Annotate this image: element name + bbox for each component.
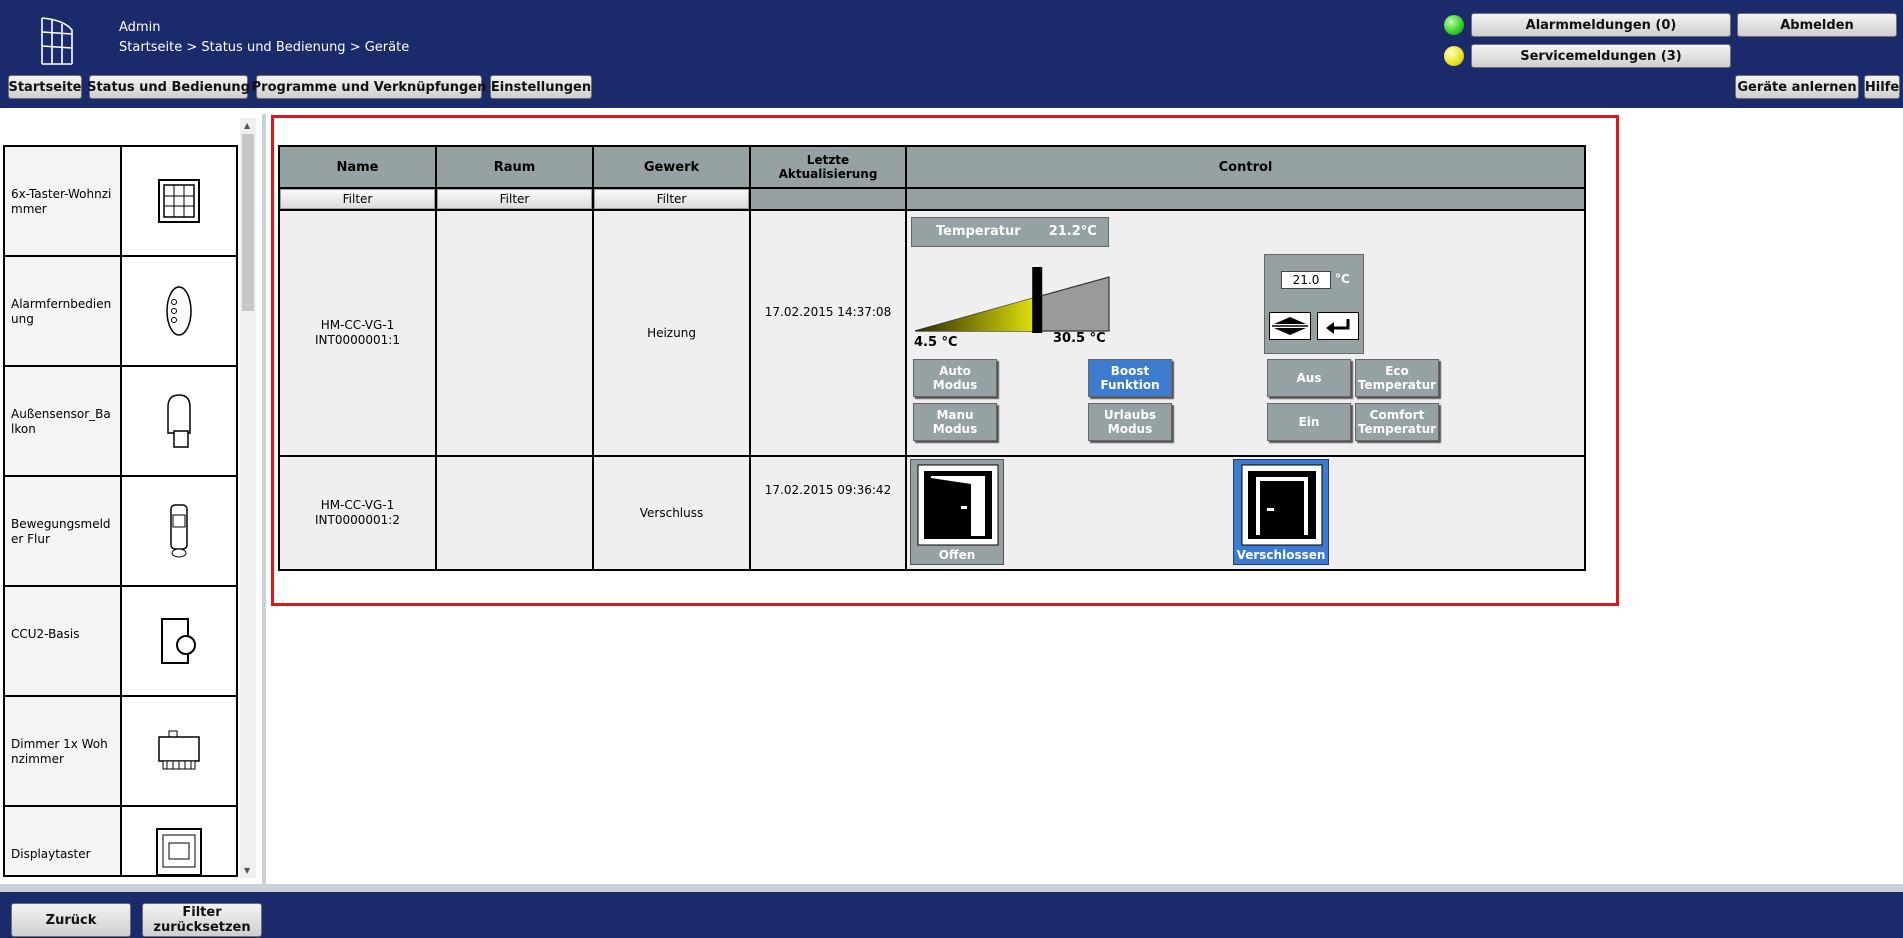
footer-bar: Zurück Filter zurücksetzen — [0, 892, 1903, 938]
auto-mode-button[interactable]: Auto Modus — [913, 359, 997, 397]
breadcrumb: Startseite > Status und Bedienung > Gerä… — [119, 40, 410, 55]
door-closed-icon — [1241, 464, 1323, 546]
nav-startseite-button[interactable]: Startseite — [8, 75, 82, 99]
eco-temperature-button[interactable]: Eco Temperatur — [1355, 359, 1439, 397]
device-list-item[interactable]: Dimmer 1x Wohnzimmer — [5, 697, 236, 807]
device-updated-cell: 17.02.2015 14:37:08 — [749, 209, 907, 457]
device-name: CCU2-Basis — [5, 587, 122, 695]
closed-label: Verschlossen — [1236, 548, 1326, 562]
table-header-row: Name Raum Gewerk Letzte Aktualisierung C… — [278, 145, 1586, 189]
trade-filter-button[interactable]: Filter — [595, 190, 748, 208]
open-label: Offen — [938, 548, 976, 562]
col-name-header[interactable]: Name — [278, 145, 437, 189]
reset-filter-button[interactable]: Filter zurücksetzen — [142, 903, 262, 937]
service-messages-button[interactable]: Servicemeldungen (3) — [1471, 44, 1731, 68]
room-filter-button[interactable]: Filter — [438, 190, 591, 208]
thermostat-control: Temperatur 21.2°C 4.5 °C 30.5 °C 21.0 °C … — [905, 209, 1586, 457]
motion-detector-icon — [170, 504, 188, 558]
display-button-icon — [156, 828, 202, 875]
lock-control: Offen Verschlossen — [905, 455, 1586, 571]
on-button[interactable]: Ein — [1267, 403, 1351, 441]
ccu-base-icon — [161, 618, 196, 664]
name-filter-button[interactable]: Filter — [281, 190, 434, 208]
setpoint-panel: 21.0 °C — [1264, 254, 1364, 354]
device-list-item[interactable]: 6x-Taster-Wohnzimmer — [5, 147, 236, 257]
alarm-messages-button[interactable]: Alarmmeldungen (0) — [1471, 13, 1731, 37]
learn-devices-button[interactable]: Geräte anlernen — [1735, 75, 1859, 99]
device-name: Displaytaster — [5, 807, 122, 875]
logout-button[interactable]: Abmelden — [1737, 13, 1897, 37]
service-status-led-icon — [1444, 46, 1464, 66]
footer-separator — [0, 884, 1903, 892]
current-user: Admin — [119, 20, 161, 35]
door-open-icon — [917, 464, 999, 546]
device-updated-cell: 17.02.2015 09:36:42 — [749, 455, 907, 571]
table-row[interactable]: HM-CC-VG-1 INT0000001:1 Heizung 17.02.20… — [278, 209, 1586, 457]
col-trade-header[interactable]: Gewerk — [592, 145, 751, 189]
comfort-temperature-button[interactable]: Comfort Temperatur — [1355, 403, 1439, 441]
device-name-cell: HM-CC-VG-1 INT0000001:1 — [278, 209, 437, 457]
help-button[interactable]: Hilfe — [1864, 75, 1900, 99]
setpoint-input[interactable]: 21.0 — [1281, 271, 1331, 289]
setpoint-apply-button[interactable] — [1317, 312, 1359, 340]
nav-programme-button[interactable]: Programme und Verknüpfungen — [252, 75, 486, 99]
device-trade-cell: Heizung — [592, 209, 751, 457]
device-list: 6x-Taster-Wohnzimmer Alarmfernbedienung … — [3, 145, 238, 877]
slider-knob[interactable] — [1032, 267, 1043, 333]
homematic-logo-icon — [41, 17, 73, 65]
device-room-cell — [435, 455, 594, 571]
device-list-item[interactable]: Alarmfernbedienung — [5, 257, 236, 367]
device-name: 6x-Taster-Wohnzimmer — [5, 147, 122, 255]
header-bar: Admin Startseite > Status und Bedienung … — [0, 0, 1903, 108]
up-down-arrows-icon — [1272, 317, 1308, 335]
sidebar-scrollbar[interactable]: ▲ ▼ — [240, 118, 256, 878]
temperature-slider[interactable] — [913, 263, 1113, 335]
nav-status-bedienung-button[interactable]: Status und Bedienung — [87, 75, 250, 99]
back-button[interactable]: Zurück — [11, 903, 131, 937]
col-updated-header[interactable]: Letzte Aktualisierung — [749, 145, 907, 189]
device-name: Alarmfernbedienung — [5, 257, 122, 365]
device-list-item[interactable]: CCU2-Basis — [5, 587, 236, 697]
device-name: Dimmer 1x Wohnzimmer — [5, 697, 122, 805]
device-list-item[interactable]: Displaytaster — [5, 807, 236, 877]
filter-row: Filter Filter Filter — [278, 187, 1586, 211]
scrollbar-thumb[interactable] — [242, 134, 254, 311]
wall-switch-icon — [158, 179, 200, 223]
open-button[interactable]: Offen — [910, 459, 1004, 565]
slider-max-label: 30.5 °C — [1053, 331, 1106, 346]
remote-control-icon — [166, 286, 192, 336]
enter-return-icon — [1326, 319, 1350, 334]
device-table: Name Raum Gewerk Letzte Aktualisierung C… — [278, 145, 1586, 571]
device-name: Außensensor_Balkon — [5, 367, 122, 475]
scroll-down-arrow-icon[interactable]: ▼ — [244, 866, 250, 875]
setpoint-unit: °C — [1335, 272, 1350, 286]
vacation-mode-button[interactable]: Urlaubs Modus — [1088, 403, 1172, 441]
nav-einstellungen-button[interactable]: Einstellungen — [490, 75, 592, 99]
device-trade-cell: Verschluss — [592, 455, 751, 571]
device-name: Bewegungsmelder Flur — [5, 477, 122, 585]
boost-function-button[interactable]: Boost Funktion — [1088, 359, 1172, 397]
setpoint-up-down-button[interactable] — [1269, 312, 1311, 340]
table-row[interactable]: HM-CC-VG-1 INT0000001:2 Verschluss 17.02… — [278, 455, 1586, 571]
scroll-up-arrow-icon[interactable]: ▲ — [244, 121, 250, 130]
outdoor-sensor-icon — [167, 394, 191, 448]
col-control-header: Control — [905, 145, 1586, 189]
dimmer-module-icon — [158, 730, 200, 770]
col-room-header[interactable]: Raum — [435, 145, 594, 189]
device-room-cell — [435, 209, 594, 457]
device-name-cell: HM-CC-VG-1 INT0000001:2 — [278, 455, 437, 571]
slider-min-label: 4.5 °C — [914, 335, 958, 350]
temperature-display: Temperatur 21.2°C — [911, 217, 1109, 247]
manual-mode-button[interactable]: Manu Modus — [913, 403, 997, 441]
pane-divider — [262, 114, 266, 892]
closed-button[interactable]: Verschlossen — [1233, 459, 1329, 565]
off-button[interactable]: Aus — [1267, 359, 1351, 397]
alarm-status-led-icon — [1444, 15, 1464, 35]
device-list-item[interactable]: Außensensor_Balkon — [5, 367, 236, 477]
device-list-item[interactable]: Bewegungsmelder Flur — [5, 477, 236, 587]
